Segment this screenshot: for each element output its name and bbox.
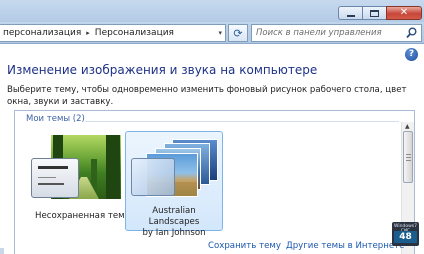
theme-label: Australian Landscapes by Ian Johnson — [142, 206, 206, 238]
chevron-down-icon[interactable]: ▾ — [218, 29, 222, 37]
search-icon[interactable] — [406, 27, 417, 39]
page-title: Изменение изображения и звука на компьют… — [7, 63, 318, 77]
minimize-icon — [346, 14, 355, 17]
themes-panel: Мои темы (2) Несохраненная тема Australi… — [14, 110, 415, 254]
close-button[interactable]: ✕ — [386, 6, 422, 20]
online-themes-link[interactable]: Другие темы в Интернете — [286, 241, 404, 251]
search-input[interactable] — [256, 28, 401, 38]
window-edge — [0, 248, 4, 254]
search-box[interactable] — [251, 24, 422, 42]
my-themes-heading: Мои темы (2) — [26, 114, 85, 124]
window-color-preview — [31, 158, 79, 198]
theme-australian-landscapes[interactable]: Australian Landscapes by Ian Johnson — [125, 131, 223, 238]
help-icon[interactable]: ? — [405, 48, 418, 61]
breadcrumb-separator-icon[interactable]: ▸ — [86, 29, 90, 37]
refresh-icon: ⟳ — [233, 26, 243, 40]
title-bar: ✕ — [0, 0, 424, 22]
minimize-button[interactable] — [338, 6, 362, 20]
section-divider — [85, 121, 399, 122]
theme-label: Несохраненная тема — [35, 211, 130, 221]
breadcrumb-item-personalization-parent[interactable]: персонализация — [3, 28, 81, 38]
close-icon: ✕ — [399, 7, 409, 18]
maximize-icon — [370, 9, 379, 17]
scrollbar-thumb[interactable] — [403, 131, 413, 183]
save-theme-link[interactable]: Сохранить тему — [208, 241, 281, 251]
maximize-button[interactable] — [362, 6, 386, 20]
address-toolbar: персонализация ▸ Персонализация ▾ ⟳ — [0, 22, 424, 44]
window-controls: ✕ — [338, 6, 422, 20]
theme-unsaved[interactable]: Несохраненная тема — [30, 135, 130, 222]
page-description: Выберите тему, чтобы одновременно измени… — [7, 85, 407, 107]
breadcrumb[interactable]: персонализация ▸ Персонализация ▾ — [0, 24, 226, 42]
scroll-up-icon[interactable]: ▲ — [405, 123, 410, 130]
refresh-button[interactable]: ⟳ — [228, 24, 248, 42]
watermark-logo: Windows7 ГИГ 48 — [392, 222, 419, 246]
window-color-preview — [131, 158, 175, 196]
breadcrumb-item-personalization[interactable]: Персонализация — [95, 28, 174, 38]
